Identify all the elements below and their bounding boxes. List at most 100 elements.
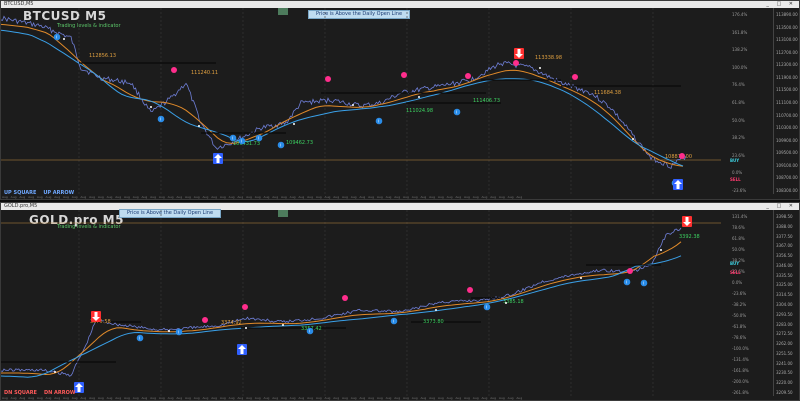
price-line [1, 227, 682, 377]
price-tick: 3398.50 [776, 214, 793, 219]
fib-tick: -100.0% [732, 346, 749, 351]
white-marker [632, 138, 634, 140]
white-marker [63, 38, 65, 40]
fib-tick: -78.6% [732, 335, 747, 340]
gold-price-chart[interactable]: 3375.583374.923357.423373.803385.183392.… [1, 210, 776, 396]
price-tick: 3220.00 [776, 380, 793, 386]
price-tick: 113500.00 [776, 24, 798, 30]
fib-tick: 50.0% [732, 247, 745, 252]
price-tick: 109500.00 [776, 150, 798, 156]
level-label: 111240.11 [191, 70, 218, 76]
white-marker [245, 327, 247, 329]
level-label: 111684.38 [594, 90, 621, 96]
fib-tick: 131.4% [732, 214, 748, 219]
pink-dot-icon [572, 74, 578, 80]
white-marker [505, 302, 507, 304]
price-tick: 110700.00 [776, 112, 798, 118]
pink-dot-icon [242, 304, 248, 310]
white-marker [150, 106, 152, 108]
price-tick: 3367.00 [776, 243, 793, 249]
btcusd-chart-window[interactable]: BTCUSD,M5 _ □ ✕ BTCUSD M5 Trading levels… [0, 0, 800, 200]
btcusd-price-scale[interactable]: 113890.00 113500.00 113100.00 112700.00 1123… [773, 8, 799, 194]
pink-dot-icon [627, 268, 633, 274]
white-marker [282, 324, 284, 326]
pink-dot-icon [465, 73, 471, 79]
price-tick: 109900.00 [776, 137, 798, 143]
fib-tick: 38.2% [732, 135, 745, 141]
price-tick: 111900.00 [776, 74, 798, 80]
pink-dot-icon [342, 295, 348, 301]
gold-price-scale[interactable]: 3398.50 3388.00 3377.50 3367.00 3356.50 3346.… [773, 210, 799, 396]
price-tick: 3304.00 [776, 302, 793, 307]
fib-tick: 0.0% [732, 280, 743, 285]
price-tick: 112700.00 [776, 49, 798, 55]
level-label: 3392.38 [679, 234, 700, 240]
btcusd-time-axis: Aug Aug Aug Aug Aug Aug Aug Aug Aug Aug … [1, 195, 525, 199]
white-marker [293, 123, 295, 125]
gold-chart-window[interactable]: GOLD.pro,M5 _ □ ✕ GOLD.pro M5 Trading le… [0, 202, 800, 401]
fib-tick: 0.0% [732, 170, 743, 176]
fib-tick: 61.8% [732, 236, 745, 241]
fib-tick: -200.0% [732, 379, 749, 384]
btcusd-sell-tag: SELL [730, 177, 741, 182]
price-tick: 3314.50 [776, 292, 793, 298]
blue-dot-glyph: i [232, 136, 233, 141]
level-label: 113338.98 [535, 55, 562, 61]
white-marker [418, 96, 420, 98]
fib-tick: 138.2% [732, 47, 748, 53]
blue-dot-glyph: i [643, 281, 644, 286]
fib-tick: -161.8% [732, 368, 749, 373]
blue-dot-glyph: i [258, 136, 259, 141]
ma-orange-line [1, 23, 684, 167]
level-label: 3385.18 [503, 299, 524, 305]
price-tick: 112300.00 [776, 62, 798, 68]
fib-tick: -261.8% [732, 390, 749, 395]
price-tick: 3272.50 [776, 331, 793, 337]
ma-blue-line [1, 29, 684, 167]
price-tick: 3209.50 [776, 390, 793, 395]
fib-tick: -50.0% [732, 313, 747, 318]
price-tick: 3377.50 [776, 233, 793, 239]
fib-tick: -61.8% [732, 324, 747, 329]
pink-dot-icon [202, 317, 208, 323]
fib-tick: -38.2% [732, 302, 747, 307]
price-tick: 109100.00 [776, 162, 798, 168]
fib-tick: 100.0% [732, 64, 748, 70]
price-tick: 113890.00 [776, 12, 798, 17]
price-tick: 3251.50 [776, 350, 793, 356]
blue-dot-glyph: i [378, 119, 379, 124]
blue-dot-glyph: i [160, 117, 161, 122]
white-marker [435, 309, 437, 311]
fib-tick: -131.4% [732, 357, 749, 362]
fib-tick: 50.0% [732, 117, 745, 123]
ma-orange-line [1, 241, 682, 376]
pink-dot-icon [467, 287, 473, 293]
level-label: 3374.92 [221, 320, 242, 326]
fib-tick: 78.6% [732, 225, 745, 230]
level-label: 108870.00 [665, 154, 692, 160]
gold-time-axis: Aug Aug Aug Aug Aug Aug Aug Aug Aug Aug … [1, 396, 525, 400]
white-marker [168, 330, 170, 332]
level-label: 112856.13 [89, 53, 116, 59]
window-controls[interactable]: _ □ ✕ [766, 203, 796, 210]
btcusd-price-chart[interactable]: 112856.13 111240.11 109431.73 109462.73 1110… [1, 8, 776, 194]
btcusd-titlebar[interactable]: BTCUSD,M5 _ □ ✕ [1, 1, 799, 8]
fib-tick: 161.8% [732, 29, 748, 35]
white-marker [660, 249, 662, 251]
blue-dot-glyph: i [626, 280, 627, 285]
price-tick: 3241.00 [776, 360, 793, 366]
pink-dot-icon [401, 72, 407, 78]
fib-tick: -23.6% [732, 291, 747, 296]
white-marker [54, 371, 56, 373]
fib-tick: -23.6% [732, 188, 747, 193]
btcusd-buy-tag: BUY [730, 158, 740, 163]
window-controls[interactable]: _ □ ✕ [766, 1, 796, 8]
blue-dot-glyph: i [486, 305, 487, 310]
btcusd-fib-scale: 176.4% 161.8% 138.2% 100.0% 76.4% 61.8% 50.0% 3… [730, 8, 750, 194]
gold-sell-tag: SELL [730, 270, 741, 275]
blue-dot-glyph: i [178, 330, 179, 335]
fib-tick: 176.4% [732, 12, 748, 17]
level-label: 111406.73 [473, 98, 500, 104]
price-tick: 113100.00 [776, 37, 798, 43]
price-tick: 108700.00 [776, 175, 798, 181]
